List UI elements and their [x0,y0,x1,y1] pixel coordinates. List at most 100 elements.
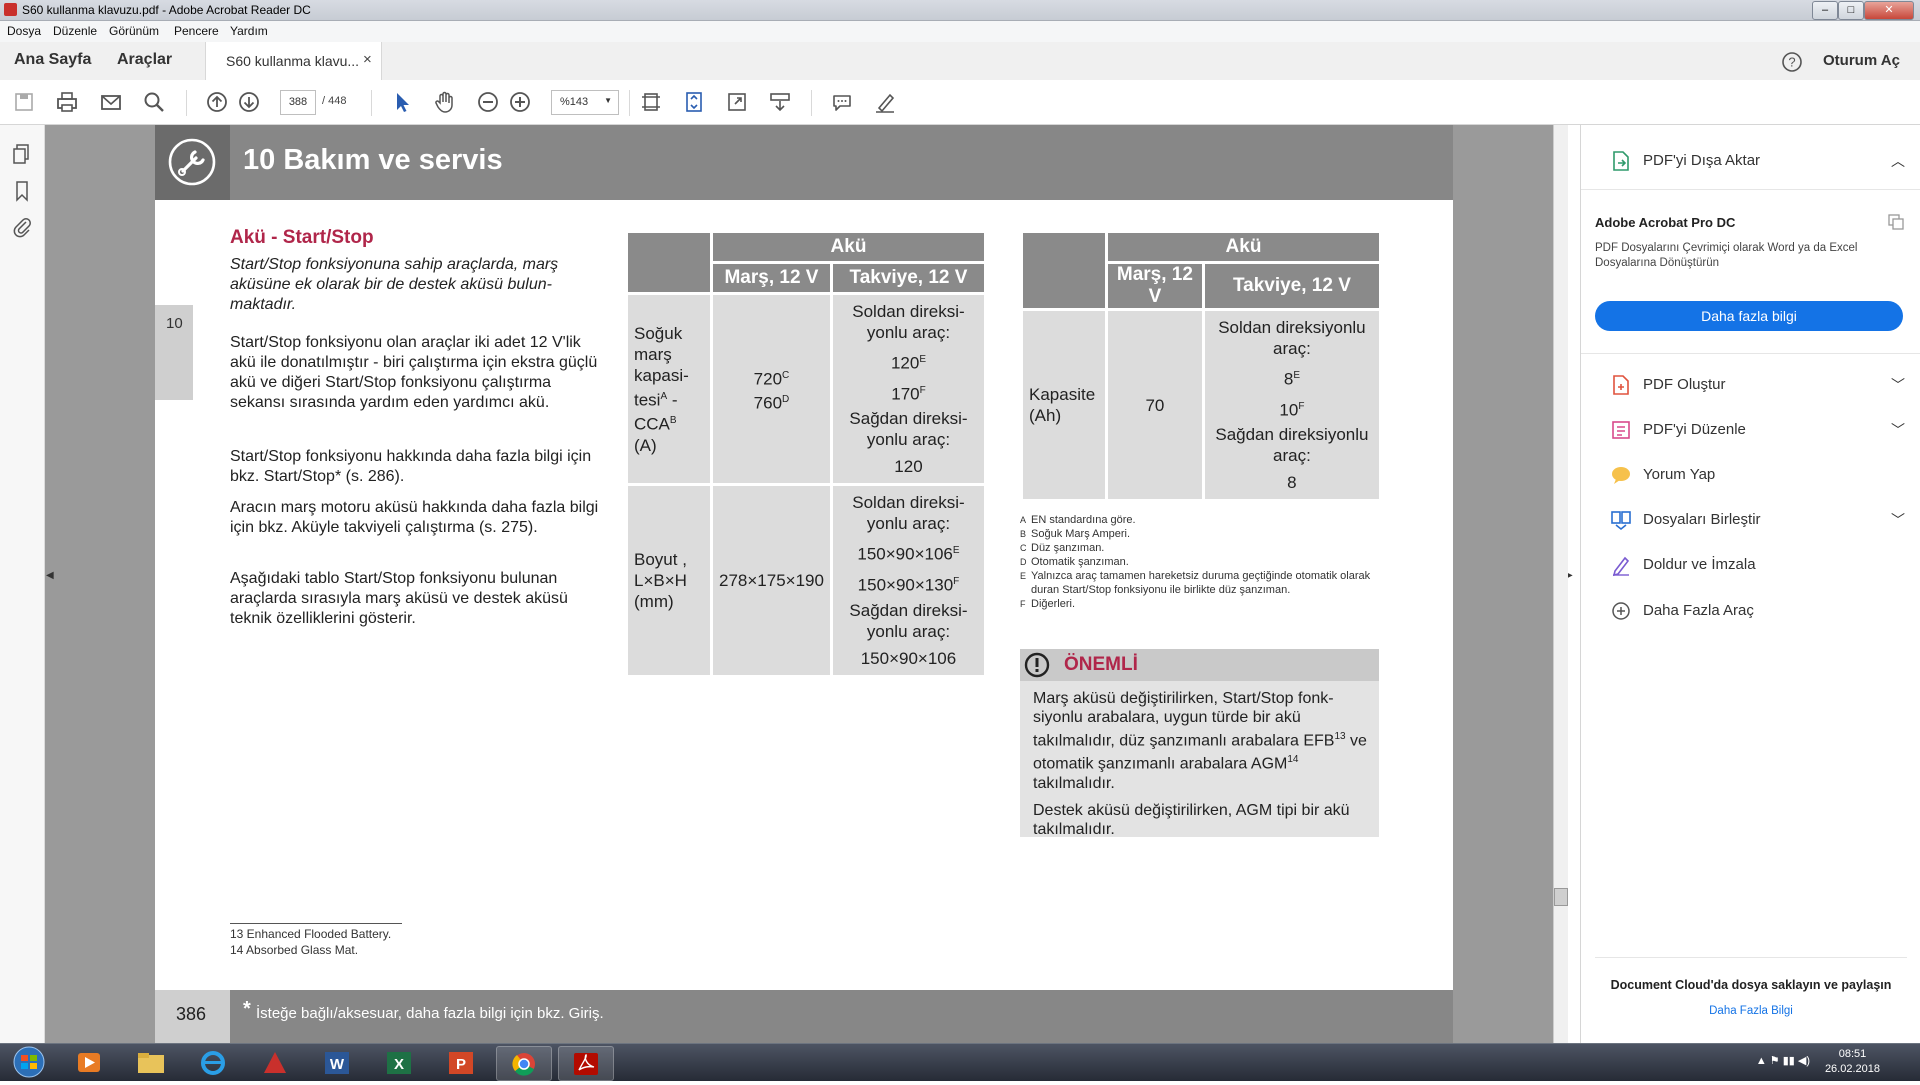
menu-file[interactable]: Dosya [7,24,41,38]
excel-icon: X [387,1052,411,1074]
footnote: D Otomatik şanzıman. [1020,556,1129,568]
full-screen-icon[interactable] [723,88,751,116]
zoom-in-icon[interactable] [506,88,534,116]
table-row-label: Soğuk marş kapasi­tesiA - CCAB (A) [628,295,710,484]
powerpoint-icon: P [449,1052,473,1074]
attachment-icon[interactable] [10,215,34,239]
menu-view[interactable]: Görünüm [109,24,159,38]
close-tab-icon[interactable]: × [363,51,372,68]
select-cursor-icon[interactable] [388,88,416,116]
system-tray-icons[interactable]: ▲ ⚑ ▮▮ ◀) [1756,1054,1810,1067]
promo-brand: Adobe Acrobat Pro DC [1595,215,1736,230]
zoom-value: %143 [560,96,589,108]
footnote: C Düz şanzıman. [1020,542,1105,554]
page-fit-icon[interactable] [637,88,665,116]
footnote: B Soğuk Marş Amperi. [1020,528,1131,540]
tab-bar: Ana Sayfa Araçlar S60 kullanma klavu... … [0,42,1920,81]
taskbar-acrobat-reader[interactable] [558,1046,614,1081]
footer-text: İsteğe bağlı/aksesuar, daha fazla bilgi … [256,1005,604,1022]
highlight-pen-icon[interactable] [871,88,899,116]
body-paragraph: Start/Stop fonksiyonu hakkında daha fazl… [230,448,592,485]
chevron-down-icon[interactable]: ﹀ [1891,510,1905,530]
taskbar-explorer[interactable] [124,1046,178,1079]
body-paragraph: Start/Stop fonksiyonu olan araçlar iki a… [230,334,598,411]
print-icon[interactable] [53,88,81,116]
search-icon[interactable] [140,88,168,116]
page-footnote: 14 Absorbed Glass Mat. [230,943,359,957]
page-thumbnails-icon[interactable] [10,142,34,166]
table-header-boost: Takviye, 12 V [1204,264,1379,308]
table-header-blank [628,233,710,292]
clock-time: 08:51 [1838,1048,1867,1060]
window-titlebar: S60 kullanma klavuzu.pdf - Adobe Acrobat… [0,0,1920,21]
edit-pdf-tool[interactable]: PDF'yi Düzenle ﹀ [1609,416,1909,444]
taskbar-word[interactable]: W [310,1046,364,1079]
windows-start-icon[interactable] [6,1045,52,1080]
menu-edit[interactable]: Düzenle [53,24,97,38]
cloud-learn-more-link[interactable]: Daha Fazla Bilgi [1581,1005,1920,1017]
taskbar-chrome[interactable] [496,1046,552,1081]
close-window-button[interactable]: ✕ [1864,1,1914,20]
edit-pdf-icon [1612,421,1630,439]
export-pdf-label: PDF'yi Dışa Aktar [1643,152,1761,169]
minimize-button[interactable]: – [1812,1,1838,20]
bookmark-icon[interactable] [10,179,34,203]
tab-home[interactable]: Ana Sayfa [14,51,91,69]
collapse-left-panel-icon[interactable]: ◀ [46,570,54,581]
scrollbar-thumb[interactable] [1554,888,1568,906]
prev-page-icon[interactable] [203,88,231,116]
menu-help[interactable]: Yardım [230,24,268,38]
tab-tools[interactable]: Araçlar [117,51,172,69]
fill-sign-pen-icon [1612,556,1630,577]
mail-icon[interactable] [97,88,125,116]
taskbar-clock[interactable]: 08:51 26.02.2018 [1825,1047,1880,1077]
taskbar-ie[interactable] [186,1046,240,1079]
scroll-mode-icon[interactable] [680,88,708,116]
comment-icon[interactable] [828,88,856,116]
create-pdf-icon [1613,375,1629,395]
taskbar-media-player[interactable] [62,1046,116,1079]
help-icon[interactable]: ? [1781,51,1803,73]
taskbar-acrobat-pro[interactable] [248,1046,302,1079]
learn-more-button[interactable]: Daha fazla bilgi [1595,301,1903,331]
create-pdf-label: PDF Oluştur [1643,376,1726,393]
menu-window[interactable]: Pencere [174,24,219,38]
combine-files-tool[interactable]: Dosyaları Birleştir ﹀ [1609,506,1909,534]
next-page-icon[interactable] [235,88,263,116]
create-pdf-tool[interactable]: PDF Oluştur ﹀ [1609,371,1909,399]
chevron-up-icon[interactable]: ︿ [1891,151,1905,171]
wrench-icon [168,138,216,186]
footnote: E Yalnızca araç tamamen hareketsiz duruma… [1020,570,1371,596]
important-header: ÖNEMLİ [1020,649,1379,681]
tab-document[interactable]: S60 kullanma klavu... × [205,42,382,80]
chevron-down-icon[interactable]: ﹀ [1891,375,1905,395]
capacity-spec-table: Akü Marş, 12 V Takviye, 12 V Kapa­site (… [1020,230,1382,502]
chevron-down-icon[interactable]: ﹀ [1891,420,1905,440]
page-total: / 448 [322,95,347,107]
taskbar-excel[interactable]: X [372,1046,426,1079]
comment-tool[interactable]: Yorum Yap [1609,461,1909,489]
svg-text:P: P [456,1056,466,1073]
word-icon: W [325,1052,349,1074]
more-tools-tool[interactable]: Daha Fazla Araç [1609,597,1909,625]
fill-sign-tool[interactable]: Doldur ve İmzala [1609,551,1909,579]
maximize-button[interactable]: □ [1838,1,1864,20]
svg-text:X: X [394,1056,404,1073]
table-row-label: Kapa­site (Ah) [1023,311,1105,500]
window-title: S60 kullanma klavuzu.pdf - Adobe Acrobat… [22,3,311,17]
hand-tool-icon[interactable] [431,88,459,116]
zoom-select[interactable]: %143 ▼ [551,90,619,115]
footer-star: * [243,998,251,1020]
read-mode-icon[interactable] [766,88,794,116]
zoom-out-icon[interactable] [474,88,502,116]
chapter-icon-box [155,125,230,200]
page-number-input[interactable]: 388 [280,90,316,115]
taskbar-powerpoint[interactable]: P [434,1046,488,1079]
comment-bubble-icon [1612,467,1630,484]
important-label: ÖNEMLİ [1064,654,1138,675]
export-pdf-tool[interactable]: PDF'yi Dışa Aktar ︿ [1609,147,1909,175]
save-icon[interactable] [10,88,38,116]
signin-link[interactable]: Oturum Aç [1823,52,1900,69]
fill-sign-label: Doldur ve İmzala [1643,556,1756,573]
footnote: A EN standardına göre. [1020,514,1136,526]
